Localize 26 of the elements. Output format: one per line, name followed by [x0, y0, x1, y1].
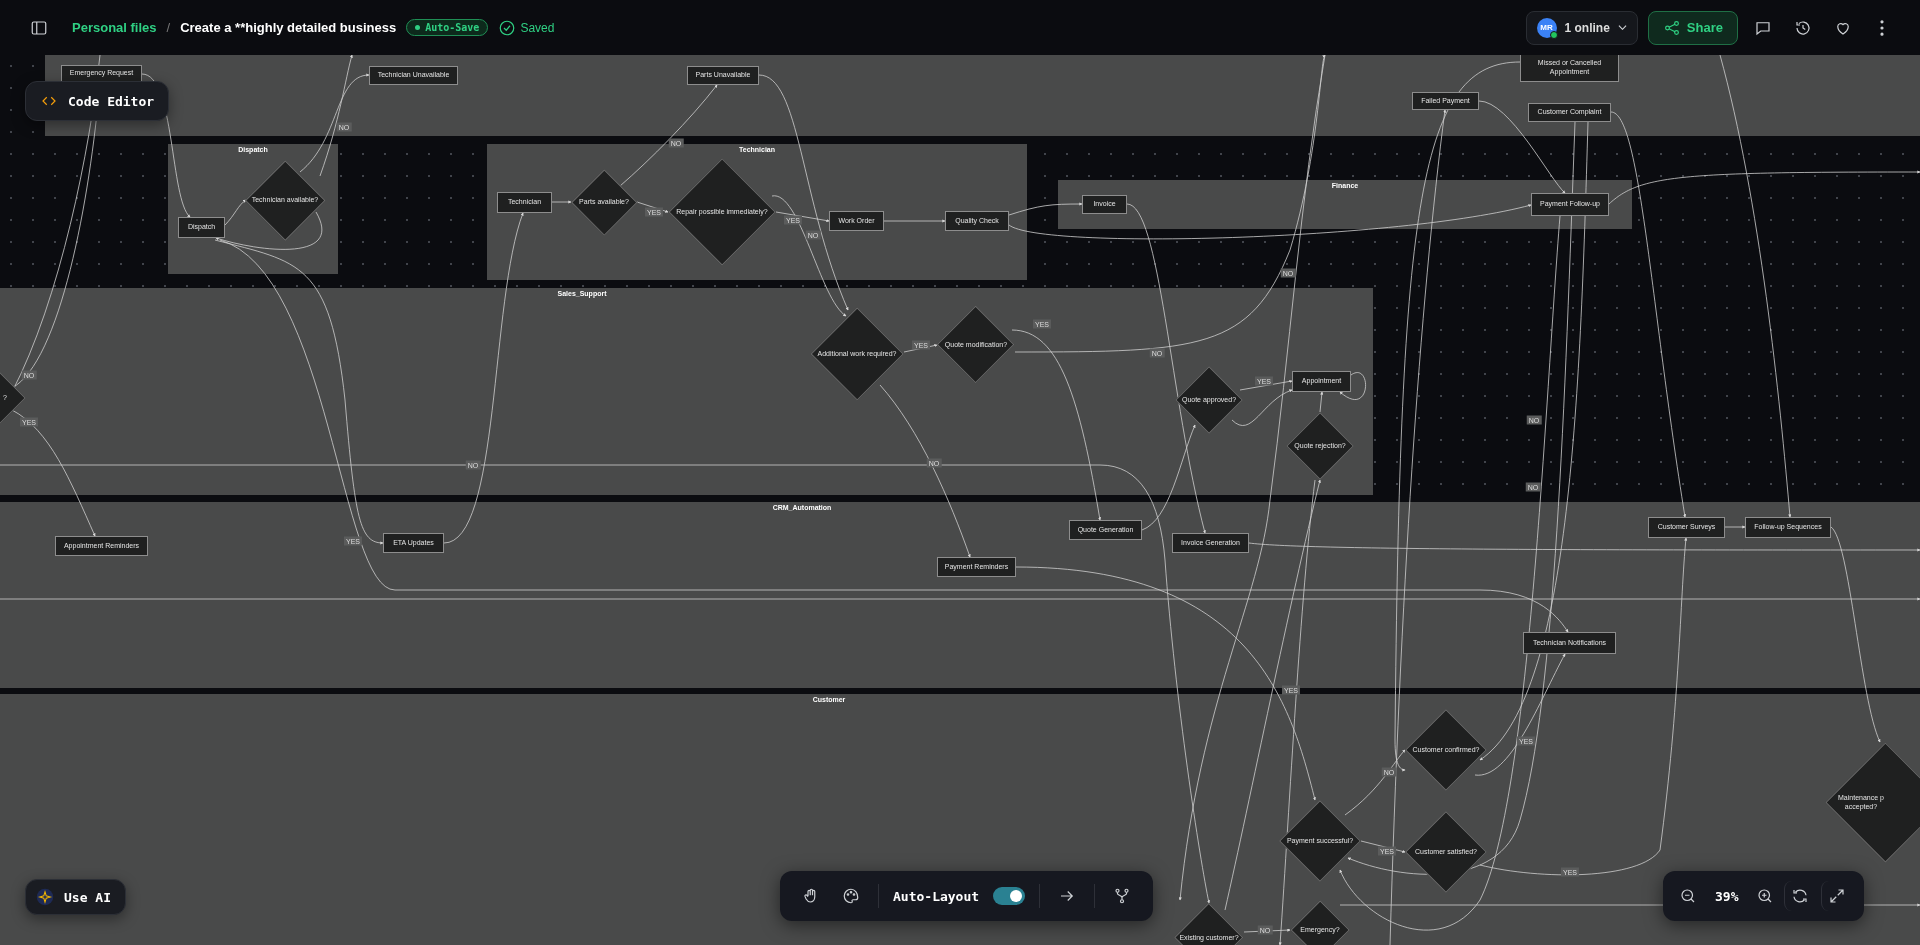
share-icon: [1662, 18, 1681, 37]
refresh-icon: [1791, 887, 1810, 905]
sparkle-icon: [36, 888, 54, 906]
document-title: Create a **highly detailed business: [180, 20, 397, 35]
breadcrumb-link[interactable]: Personal files: [72, 20, 157, 35]
kebab-menu-icon: [1880, 19, 1884, 36]
zoom-out-icon: [1679, 887, 1697, 905]
branch-icon: [1113, 887, 1132, 905]
use-ai-button[interactable]: Use AI: [25, 879, 126, 915]
chevron-down-icon: [1617, 25, 1627, 30]
check-circle-icon: [498, 18, 517, 37]
zoom-level: 39%: [1714, 888, 1740, 904]
share-button[interactable]: Share: [1647, 10, 1738, 45]
save-status: Saved: [498, 18, 555, 37]
sidebar-icon: [30, 18, 48, 37]
online-count: 1 online: [1564, 20, 1610, 35]
user-avatar: MR: [1536, 17, 1557, 38]
auto-layout-label: Auto-Layout: [893, 888, 980, 904]
history-icon: [1794, 18, 1812, 37]
expand-icon: [1828, 887, 1847, 905]
code-editor-button[interactable]: Code Editor: [25, 81, 170, 121]
auto-save-badge: Auto-Save: [406, 19, 489, 36]
breadcrumb-separator: /: [166, 20, 171, 35]
palette-icon: [842, 887, 860, 905]
presence-button[interactable]: MR 1 online: [1525, 10, 1638, 45]
auto-layout-toggle[interactable]: [993, 887, 1026, 905]
